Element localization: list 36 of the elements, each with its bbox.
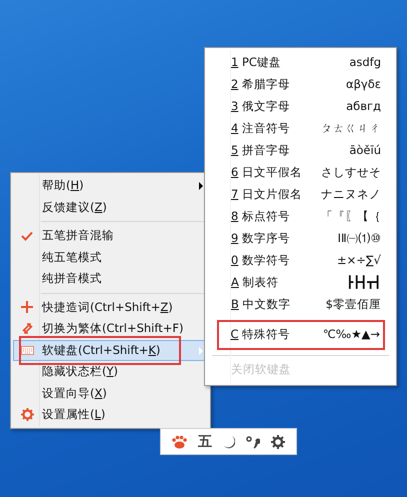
menu-item[interactable]: 7 日文片假名 ナニヌネノ	[208, 184, 393, 206]
menu-item[interactable]: 9 数字序号 ⅠⅡ㈠⑴⑩	[208, 228, 393, 250]
menu-item[interactable]: 2 希腊字母 αβγδε	[208, 74, 393, 96]
keyboard-icon	[20, 346, 34, 355]
moon-icon	[222, 434, 235, 448]
plus-icon	[21, 301, 33, 314]
menu-item[interactable]: 隐藏状态栏(Y)	[13, 361, 208, 382]
menu-item[interactable]: 0 数学符号 ±×÷∑√	[208, 250, 393, 272]
menu-item[interactable]: C 特殊符号 ℃‰★▲→	[217, 320, 385, 350]
menu-item[interactable]: 8 标点符号 「『〖【｛	[208, 206, 393, 228]
menu-item[interactable]: 五笔拼音混输	[13, 225, 208, 246]
menu-item[interactable]: 快捷造词(Ctrl+Shift+Z)	[13, 296, 208, 318]
swap-icon	[20, 322, 34, 336]
settings-button[interactable]	[270, 434, 285, 448]
menu-item[interactable]: 切换为繁体(Ctrl+Shift+F)	[13, 318, 208, 340]
menu-item[interactable]: B 中文数字 $零壹佰厘	[208, 294, 393, 316]
menu-item[interactable]: 纯拼音模式	[13, 268, 208, 290]
menu-item[interactable]: A 制表符 ┣┣┫┳┫	[208, 272, 393, 294]
moon-button[interactable]	[222, 434, 235, 448]
gear-icon	[20, 408, 34, 422]
menu-item[interactable]: 纯五笔模式	[13, 246, 208, 268]
menu-item[interactable]: 1 PC键盘 asdfg	[208, 52, 393, 74]
punctuation-icon	[246, 434, 260, 448]
paw-icon	[172, 434, 188, 448]
paw-button[interactable]	[172, 434, 188, 448]
gear-icon	[270, 434, 285, 448]
check-icon	[21, 230, 33, 241]
menu-item[interactable]: 反馈建议(Z)	[13, 196, 208, 218]
mode-button[interactable]: 五	[198, 434, 212, 448]
menu-item[interactable]: 3 俄文字母 абвгд	[208, 96, 393, 118]
menu-item[interactable]: 设置属性(L)	[13, 404, 208, 426]
menu-item[interactable]: 4 注音符号 ㄆㄊㄍㄐㄔ	[208, 118, 393, 140]
menu-item[interactable]: 5 拼音字母 āòěīú	[208, 140, 393, 162]
menu-item[interactable]: 设置向导(X)	[13, 382, 208, 404]
menu-item[interactable]: 6 日文平假名 さしすせそ	[208, 162, 393, 184]
punct-button[interactable]	[246, 434, 260, 448]
